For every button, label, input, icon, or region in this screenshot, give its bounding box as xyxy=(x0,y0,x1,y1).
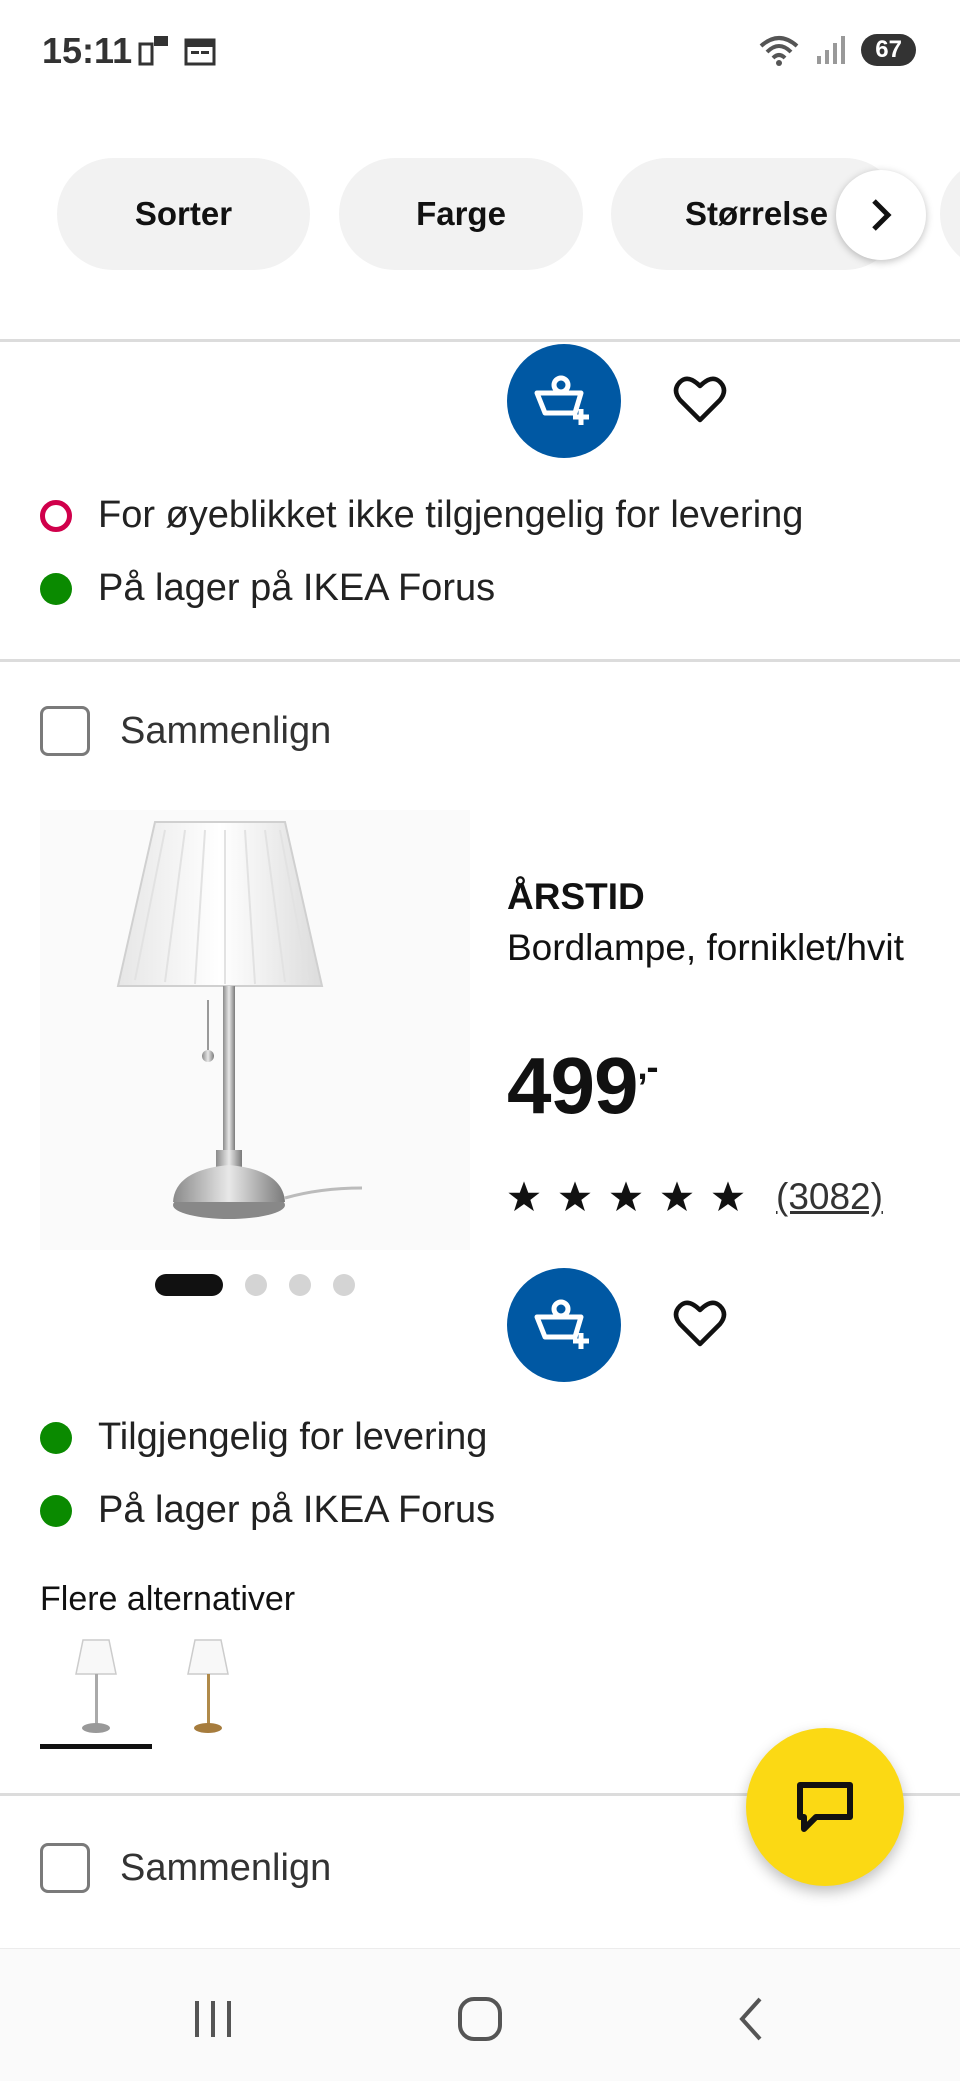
price-value: 499 xyxy=(507,1041,638,1130)
rating-stars xyxy=(507,1180,745,1214)
chat-button[interactable] xyxy=(746,1728,904,1886)
filter-bar: Sorter Farge Størrelse xyxy=(0,158,960,272)
chip-color[interactable]: Farge xyxy=(339,158,583,270)
compare-label: Sammenlign xyxy=(120,1846,332,1889)
chip-sort[interactable]: Sorter xyxy=(57,158,310,270)
recent-apps-icon xyxy=(195,2001,231,2037)
star-icon xyxy=(610,1181,642,1212)
star-icon xyxy=(508,1181,540,1212)
chat-bubble-icon xyxy=(797,1782,853,1832)
wifi-icon xyxy=(759,36,799,66)
availability-delivery: For øyeblikket ikke tilgjengelig for lev… xyxy=(40,494,803,537)
scroll-next-button[interactable] xyxy=(836,170,926,260)
favorite-heart-icon[interactable] xyxy=(672,372,728,428)
availability-text: Tilgjengelig for levering xyxy=(98,1416,488,1458)
battery-indicator: 67 xyxy=(861,34,916,66)
star-icon xyxy=(712,1181,744,1212)
product-name[interactable]: ÅRSTID xyxy=(507,876,645,918)
lamp-thumbnail xyxy=(75,1639,117,1733)
home-icon xyxy=(458,1997,502,2041)
availability-text: På lager på IKEA Forus xyxy=(98,1489,496,1531)
chip-more[interactable] xyxy=(940,158,960,270)
calendar-icon xyxy=(184,38,216,66)
notification-icon xyxy=(138,36,168,66)
compare-label: Sammenlign xyxy=(120,709,332,752)
variant-thumbnail-brass[interactable] xyxy=(152,1630,264,1742)
table-lamp-image xyxy=(116,821,363,1219)
star-icon xyxy=(559,1181,591,1212)
lamp-thumbnail xyxy=(187,1639,229,1733)
availability-text: På lager på IKEA Forus xyxy=(98,567,496,609)
star-icon xyxy=(661,1181,693,1212)
availability-delivery: Tilgjengelig for levering xyxy=(40,1416,487,1459)
recent-apps-button[interactable] xyxy=(173,1989,253,2049)
compare-checkbox[interactable] xyxy=(40,706,90,756)
back-button[interactable] xyxy=(710,1989,790,2049)
available-dot xyxy=(40,572,72,605)
compare-checkbox-row[interactable]: Sammenlign xyxy=(40,1843,331,1893)
status-time: 15:11 xyxy=(42,30,133,71)
status-right-icons: 67 xyxy=(757,32,916,68)
divider xyxy=(0,339,960,342)
selected-variant-indicator xyxy=(40,1744,152,1749)
cart-plus-icon xyxy=(534,375,589,425)
review-count-link[interactable]: (3082) xyxy=(776,1176,883,1218)
unavailable-dot xyxy=(40,499,72,532)
pager-dot[interactable] xyxy=(245,1274,267,1296)
home-button[interactable] xyxy=(440,1989,520,2049)
availability-store: På lager på IKEA Forus xyxy=(40,567,495,610)
compare-checkbox-row[interactable]: Sammenlign xyxy=(40,706,331,756)
back-chevron-icon xyxy=(739,1997,762,2041)
pager-dot[interactable] xyxy=(333,1274,355,1296)
available-dot xyxy=(40,1421,72,1454)
product-description[interactable]: Bordlampe, forniklet/hvit xyxy=(507,924,907,972)
chevron-right-icon xyxy=(872,199,892,231)
availability-store: På lager på IKEA Forus xyxy=(40,1489,495,1532)
system-navigation-bar xyxy=(0,1948,960,2081)
price-suffix: ,- xyxy=(637,1046,658,1087)
variant-thumbnail-nickel[interactable] xyxy=(40,1630,152,1742)
availability-text: For øyeblikket ikke tilgjengelig for lev… xyxy=(98,494,804,536)
available-dot xyxy=(40,1494,72,1527)
status-left-icons xyxy=(138,34,216,68)
pager-dot[interactable] xyxy=(289,1274,311,1296)
cart-plus-icon xyxy=(534,1299,589,1349)
product-image[interactable] xyxy=(40,810,470,1250)
add-to-cart-button[interactable] xyxy=(507,1268,621,1382)
image-pager xyxy=(155,1274,355,1296)
divider xyxy=(0,659,960,662)
compare-checkbox[interactable] xyxy=(40,1843,90,1893)
pager-dot-active[interactable] xyxy=(155,1274,223,1296)
add-to-cart-button[interactable] xyxy=(507,344,621,458)
product-price: 499,- xyxy=(507,1040,658,1132)
favorite-heart-icon[interactable] xyxy=(672,1296,728,1352)
more-options-label: Flere alternativer xyxy=(40,1580,296,1618)
signal-icon xyxy=(817,36,846,64)
